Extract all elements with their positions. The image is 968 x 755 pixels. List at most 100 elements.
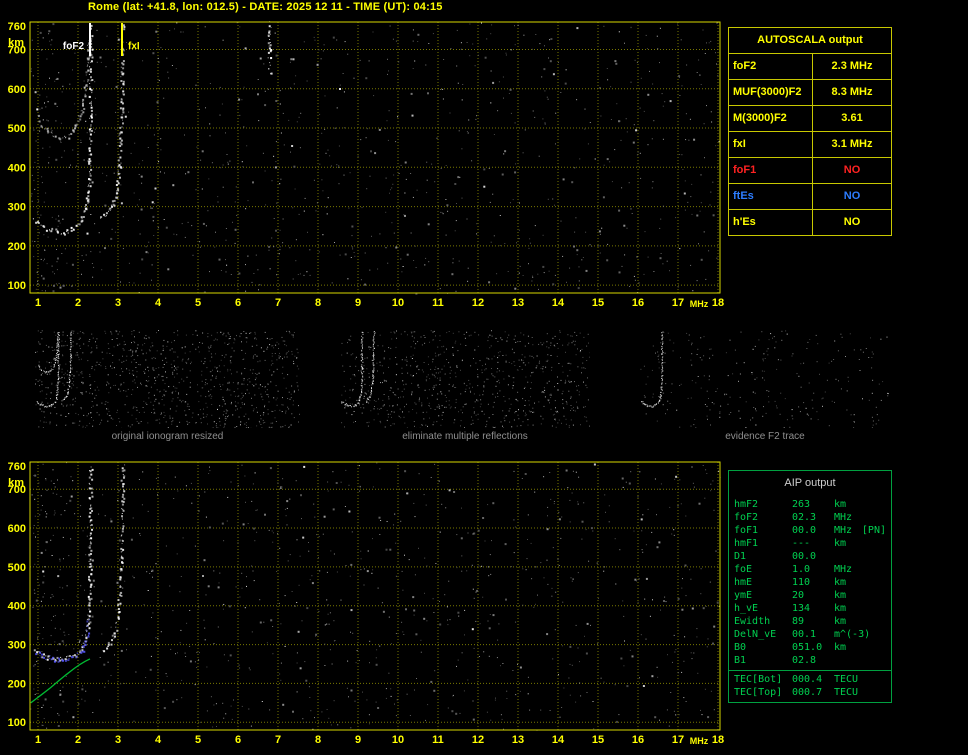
param-label: D1 xyxy=(734,551,747,562)
y-tick-label: 300 xyxy=(8,202,26,214)
param-unit: MHz xyxy=(834,564,853,575)
thumbnail-caption-eliminate: eliminate multiple reflections xyxy=(402,431,528,442)
aip-row: D1 00.0 xyxy=(734,550,886,563)
param-label: fxI xyxy=(729,132,813,157)
aip-row: hmF2 263 km xyxy=(734,498,886,511)
param-value: 20 xyxy=(792,590,805,601)
thumbnail-original-ionogram xyxy=(35,330,300,428)
y-axis-unit-label: km xyxy=(8,477,24,489)
param-unit: MHz xyxy=(834,525,853,536)
x-tick-label: 14 xyxy=(552,297,565,309)
param-label: foF1 xyxy=(734,525,759,536)
x-tick-label: 18 xyxy=(712,734,724,746)
param-label: foF1 xyxy=(729,158,813,183)
param-unit: km xyxy=(834,499,847,510)
param-label: foF2 xyxy=(734,512,759,523)
param-unit: MHz xyxy=(834,512,853,523)
noise-speckle xyxy=(30,462,721,731)
y-tick-label: 100 xyxy=(8,717,26,729)
aip-row: hmF1 --- km xyxy=(734,537,886,550)
param-label: MUF(3000)F2 xyxy=(729,80,813,105)
param-unit: km xyxy=(834,642,847,653)
x-tick-label: 11 xyxy=(432,734,444,746)
param-unit: km xyxy=(834,603,847,614)
param-value: NO xyxy=(843,190,861,202)
param-unit: TECU xyxy=(834,687,859,698)
aip-table-body: hmF2 263 km foF2 02.3 MHz foF1 00.0 MHz [PN] hmF1 -… xyxy=(729,496,891,667)
x-tick-label: 12 xyxy=(472,297,484,309)
param-value: 263 xyxy=(792,499,811,510)
f2-trace-o-mode xyxy=(32,24,94,236)
thumbnail-evidence-f2-trace xyxy=(640,330,889,428)
x-tick-label: 4 xyxy=(155,297,162,309)
aip-row: h_vE 134 km xyxy=(734,602,886,615)
axis-labels: 1 2 3 4 5 6 7 8 9 10 11 12 13 14 15 16 17 18MHz1002003004… xyxy=(8,461,724,746)
electron-density-profile xyxy=(30,658,91,704)
param-value: 000.4 xyxy=(792,674,823,685)
x-tick-label: 14 xyxy=(552,734,565,746)
param-unit: km xyxy=(834,538,847,549)
autoscala-output-table: AUTOSCALA output foF2 2.3 MHz MUF(3000)F… xyxy=(728,27,892,236)
thumbnail-caption-evidence: evidence F2 trace xyxy=(725,431,805,442)
grid xyxy=(30,462,720,730)
x-tick-label: 8 xyxy=(315,297,321,309)
param-label: foF2 xyxy=(729,54,813,79)
param-label: h_vE xyxy=(734,603,759,614)
noise-speckle xyxy=(30,22,720,295)
param-unit: km xyxy=(834,577,847,588)
x-tick-label: 5 xyxy=(195,734,201,746)
x-tick-label: 3 xyxy=(115,734,121,746)
x-tick-label: 3 xyxy=(115,297,121,309)
param-value: 110 xyxy=(792,577,811,588)
autoscala-table-title: AUTOSCALA output xyxy=(729,28,891,54)
thumbnail-content xyxy=(640,330,889,428)
param-label: foE xyxy=(734,564,753,575)
aip-tec-section: TEC[Bot] 000.4 TECU TEC[Top] 000.7 TECU xyxy=(729,670,891,702)
aip-row: DelN_vE 00.1 m^(-3) xyxy=(734,628,886,641)
aip-row: hmE 110 km xyxy=(734,576,886,589)
param-value: 02.8 xyxy=(792,655,817,666)
x-tick-label: 15 xyxy=(592,734,604,746)
x-tick-label: 8 xyxy=(315,734,321,746)
y-tick-label: 600 xyxy=(8,523,26,535)
x-axis-unit-label: MHz xyxy=(690,299,709,309)
param-value: 134 xyxy=(792,603,811,614)
x-tick-label: 9 xyxy=(355,297,361,309)
x-tick-label: 11 xyxy=(432,297,444,309)
param-label: Ewidth xyxy=(734,616,771,627)
y-tick-label: 500 xyxy=(8,123,26,135)
plot-border xyxy=(29,21,721,294)
param-label: B1 xyxy=(734,655,747,666)
y-tick-label: 200 xyxy=(8,678,26,690)
x-tick-label: 7 xyxy=(275,297,281,309)
foF2-marker-label: foF2 xyxy=(63,41,85,52)
param-label: TEC[Bot] xyxy=(734,674,783,685)
param-value: 1.0 xyxy=(792,564,811,575)
plot-border xyxy=(29,461,721,731)
x-tick-label: 15 xyxy=(592,297,604,309)
fxI-marker-label: fxI xyxy=(128,41,140,52)
aip-output-table: AIP output hmF2 263 km foF2 02.3 MHz foF1 00.0 M… xyxy=(728,470,892,703)
param-value: 00.0 xyxy=(792,551,817,562)
table-row-muf3000f2: MUF(3000)F2 8.3 MHz xyxy=(729,80,891,106)
aip-row: foE 1.0 MHz xyxy=(734,563,886,576)
x-tick-label: 7 xyxy=(275,734,281,746)
param-value: 02.3 xyxy=(792,512,817,523)
y-tick-label: 760 xyxy=(8,21,26,33)
table-row-hes: h'Es NO xyxy=(729,210,891,235)
param-label: M(3000)F2 xyxy=(729,106,813,131)
param-label: DelN_vE xyxy=(734,629,777,640)
aip-row: foF2 02.3 MHz xyxy=(734,511,886,524)
x-tick-label: 10 xyxy=(392,297,404,309)
y-tick-label: 600 xyxy=(8,84,26,96)
aip-row: B1 02.8 xyxy=(734,654,886,667)
param-value: 000.7 xyxy=(792,687,823,698)
aip-table-title: AIP output xyxy=(784,477,836,489)
x-tick-label: 6 xyxy=(235,297,241,309)
x-tick-label: 17 xyxy=(672,297,684,309)
y-tick-label: 100 xyxy=(8,280,26,292)
x-tick-label: 16 xyxy=(632,734,644,746)
aip-row: B0 051.0 km xyxy=(734,641,886,654)
thumbnail-content xyxy=(35,330,300,428)
x-tick-label: 18 xyxy=(712,297,724,309)
